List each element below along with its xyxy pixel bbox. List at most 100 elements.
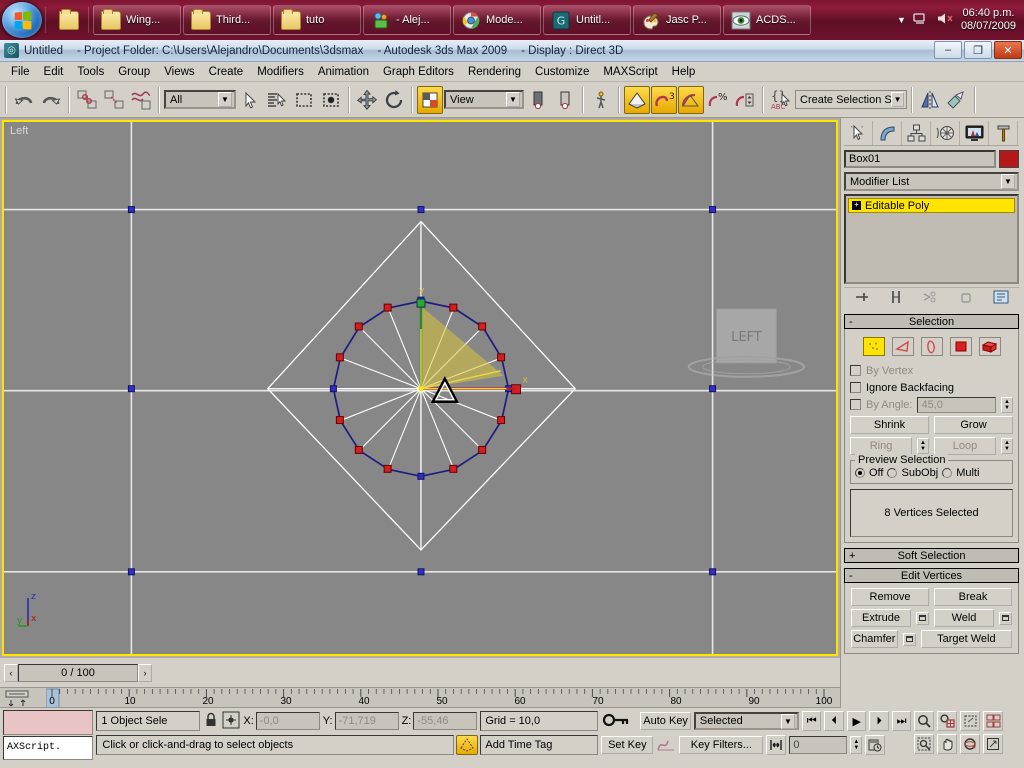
select-and-move-button[interactable]	[354, 86, 380, 114]
arc-rotate-button[interactable]	[960, 734, 981, 754]
break-button[interactable]: Break	[934, 588, 1012, 606]
set-key-button[interactable]: Set Key	[601, 736, 654, 754]
zoom-button[interactable]	[914, 711, 935, 731]
rectangular-selection-region-button[interactable]	[291, 86, 317, 114]
menu-maxscript[interactable]: MAXScript	[596, 64, 664, 80]
time-configuration-button[interactable]	[865, 735, 886, 755]
preview-off-radio[interactable]	[855, 468, 865, 478]
maxscript-input-pane[interactable]	[3, 710, 94, 735]
object-color-swatch[interactable]	[999, 150, 1019, 168]
close-button[interactable]: ✕	[994, 41, 1022, 59]
y-value[interactable]: -71,719	[334, 712, 399, 730]
element-sub-object-button[interactable]	[978, 337, 1001, 356]
goto-start-button[interactable]: ⏮	[802, 711, 822, 731]
spinner-snap-toggle-button[interactable]	[732, 86, 758, 114]
mirror-button[interactable]	[917, 86, 943, 114]
track-bar[interactable]: 0 10 20 30 40 50 60 70 80 90 100	[0, 686, 840, 708]
menu-graph-editors[interactable]: Graph Editors	[376, 64, 461, 80]
select-object-button[interactable]	[237, 86, 263, 114]
by-vertex-row[interactable]: By Vertex	[850, 362, 1013, 379]
add-time-tag[interactable]: Add Time Tag	[480, 735, 599, 755]
use-center-button[interactable]	[417, 85, 443, 114]
taskbar-item-messenger[interactable]: - Alej...	[363, 5, 451, 35]
edge-sub-object-button[interactable]	[891, 337, 914, 356]
configure-modifier-sets-icon[interactable]	[993, 290, 1009, 307]
remove-modifier-icon[interactable]	[959, 290, 973, 307]
remove-button[interactable]: Remove	[851, 588, 929, 606]
selection-filter-dropdown[interactable]: All ▼	[164, 90, 236, 109]
extrude-settings-button[interactable]	[916, 611, 929, 625]
time-slider-handle[interactable]: 0 / 100	[18, 664, 138, 683]
previous-frame-arrow[interactable]: ‹	[4, 664, 18, 683]
select-and-manipulate-button[interactable]	[588, 86, 614, 114]
volume-muted-icon[interactable]	[936, 11, 954, 29]
menu-file[interactable]: File	[4, 64, 37, 80]
modifier-stack[interactable]: + Editable Poly	[844, 194, 1019, 284]
menu-tools[interactable]: Tools	[70, 64, 111, 80]
y-coordinate[interactable]: Y: -71,719	[323, 712, 399, 730]
snaps-toggle-button[interactable]	[624, 85, 650, 114]
redo-button[interactable]	[38, 86, 64, 114]
polygon-sub-object-button[interactable]	[949, 337, 972, 356]
z-value[interactable]: -55,46	[413, 712, 478, 730]
lock-selection-icon[interactable]	[203, 711, 219, 732]
zoom-all-button[interactable]	[937, 711, 958, 731]
expand-icon[interactable]: +	[852, 201, 861, 210]
start-button[interactable]	[2, 2, 42, 38]
select-and-link-button[interactable]	[74, 86, 100, 114]
select-and-rotate-button[interactable]	[381, 86, 407, 114]
taskbar-item-jasc-paint[interactable]: Jasc P...	[633, 5, 721, 35]
modifier-stack-item-editable-poly[interactable]: + Editable Poly	[848, 198, 1015, 213]
z-coordinate[interactable]: Z: -55,46	[402, 712, 478, 730]
loop-button[interactable]: Loop	[934, 437, 996, 455]
quick-launch-show-desktop[interactable]	[53, 8, 85, 30]
expand-icon[interactable]: +	[849, 550, 855, 562]
use-pivot-point-center-button[interactable]	[525, 86, 551, 114]
angle-snap-toggle-button[interactable]	[678, 85, 704, 114]
set-key-curve-icon[interactable]	[656, 735, 676, 756]
edit-vertices-rollout-header[interactable]: - Edit Vertices	[844, 568, 1019, 583]
object-name-field[interactable]: Box01	[844, 150, 996, 168]
selection-rollout-header[interactable]: - Selection	[844, 314, 1019, 329]
loop-spinner[interactable]: ▲ ▼	[1001, 438, 1013, 454]
menu-customize[interactable]: Customize	[528, 64, 596, 80]
maximize-viewport-button[interactable]	[983, 734, 1004, 754]
taskbar-item-acdsee[interactable]: ACDS...	[723, 5, 811, 35]
window-crossing-button[interactable]	[318, 86, 344, 114]
by-angle-field[interactable]: 45,0	[917, 396, 996, 413]
weld-button[interactable]: Weld	[934, 609, 994, 627]
chamfer-settings-button[interactable]	[902, 632, 916, 646]
grow-button[interactable]: Grow	[934, 416, 1013, 434]
zoom-extents-button[interactable]	[960, 711, 981, 731]
chamfer-button[interactable]: Chamfer	[851, 630, 898, 648]
soft-selection-rollout-header[interactable]: + Soft Selection	[844, 548, 1019, 563]
snap-3d-button[interactable]: 3	[651, 85, 677, 114]
key-mode-icon[interactable]	[601, 711, 631, 732]
previous-frame-button[interactable]: ⏴	[824, 711, 844, 731]
taskbar-item-untitled[interactable]: G Untitl...	[543, 5, 631, 35]
track-bar-icon[interactable]	[4, 690, 30, 708]
shrink-button[interactable]: Shrink	[850, 416, 929, 434]
ruler-track[interactable]: 0 10 20 30 40 50 60 70 80 90 100	[45, 688, 832, 707]
taskbar-item-third[interactable]: Third...	[183, 5, 271, 35]
target-weld-button[interactable]: Target Weld	[920, 630, 1012, 648]
chevron-down-icon[interactable]: ▼	[218, 92, 232, 107]
field-of-view-button[interactable]	[914, 734, 935, 754]
menu-modifiers[interactable]: Modifiers	[250, 64, 311, 80]
network-icon[interactable]	[913, 11, 929, 29]
percent-snap-toggle-button[interactable]: %	[705, 86, 731, 114]
collapse-icon[interactable]: -	[849, 316, 853, 328]
current-frame-spinner[interactable]: ▲ ▼	[850, 736, 863, 754]
ring-spinner[interactable]: ▲ ▼	[917, 438, 929, 454]
chevron-down-icon[interactable]: ▼	[506, 92, 520, 107]
menu-help[interactable]: Help	[665, 64, 703, 80]
motion-tab[interactable]	[931, 120, 960, 145]
named-selection-set-dropdown[interactable]: Create Selection Set ▼	[795, 90, 907, 109]
key-filters-button[interactable]: Key Filters...	[679, 736, 764, 754]
current-frame-field[interactable]: 0	[789, 736, 848, 754]
x-coordinate[interactable]: X: -0,0	[243, 712, 320, 730]
preview-multi-radio[interactable]	[942, 468, 953, 478]
bind-to-space-warp-button[interactable]	[128, 86, 154, 114]
utilities-tab[interactable]	[989, 120, 1018, 145]
by-angle-checkbox[interactable]	[850, 399, 861, 410]
